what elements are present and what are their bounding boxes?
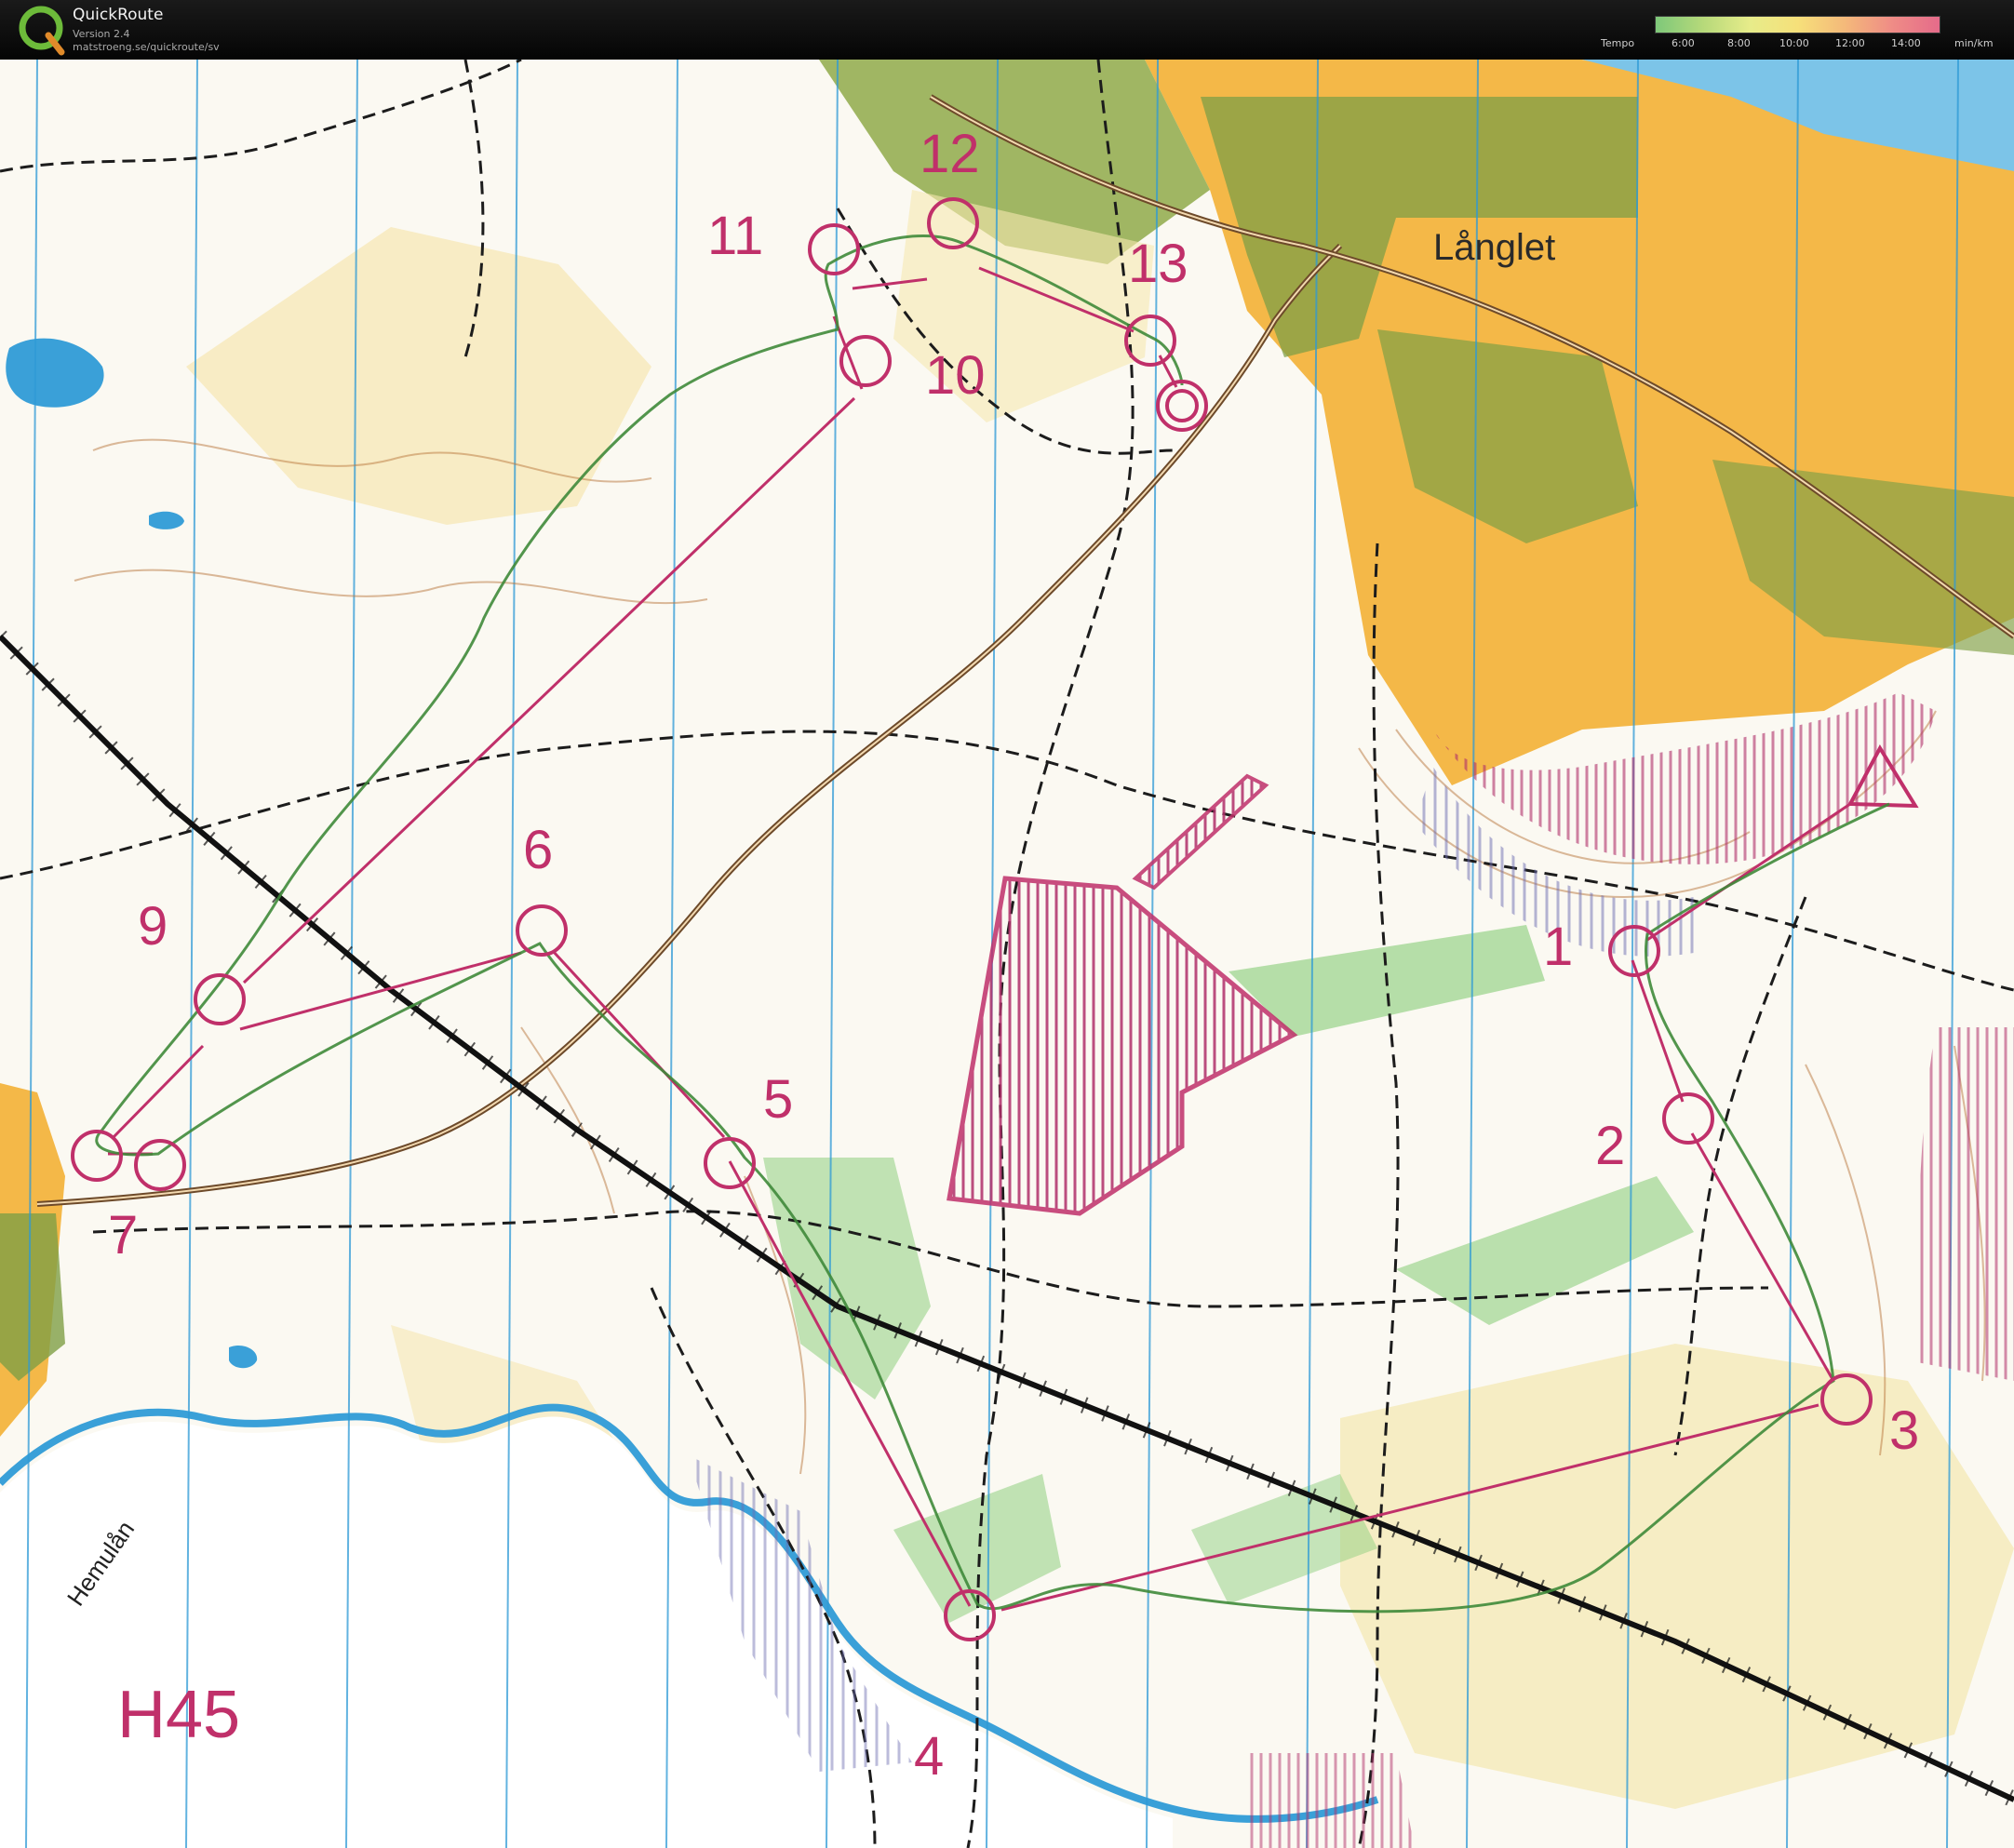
legend-tick: 10:00	[1779, 37, 1809, 49]
map-canvas	[0, 60, 2014, 1848]
app-url: matstroeng.se/quickroute/sv	[73, 41, 220, 53]
control-number-7: 7	[108, 1205, 139, 1265]
legend-unit: min/km	[1954, 37, 1994, 49]
forbidden-area	[1247, 1753, 1415, 1848]
control-number-1: 1	[1543, 917, 1574, 977]
legend-tick: 14:00	[1891, 37, 1921, 49]
app-title: QuickRoute	[73, 6, 164, 24]
app-version: Version 2.4	[73, 28, 130, 40]
control-number-13: 13	[1128, 234, 1188, 294]
control-number-5: 5	[763, 1069, 794, 1130]
quickroute-logo-icon	[19, 6, 65, 56]
legend-tick: 12:00	[1835, 37, 1865, 49]
control-number-6: 6	[523, 820, 554, 880]
control-number-2: 2	[1595, 1116, 1626, 1176]
forbidden-area	[1917, 1027, 2014, 1381]
control-number-9: 9	[138, 896, 168, 957]
app-header: QuickRoute Version 2.4 matstroeng.se/qui…	[0, 0, 2014, 60]
orienteering-map[interactable]: 1 2 3 4 5 6 7 9 10 11 12 13 Långlet Hemu…	[0, 60, 2014, 1848]
class-label: H45	[117, 1678, 241, 1752]
control-number-4: 4	[914, 1726, 945, 1787]
control-number-3: 3	[1889, 1400, 1920, 1461]
place-name-langlet: Långlet	[1433, 227, 1556, 268]
tempo-color-scale	[1655, 16, 1940, 33]
control-number-12: 12	[920, 124, 980, 184]
legend-tick: 6:00	[1672, 37, 1695, 49]
control-number-10: 10	[925, 345, 986, 406]
legend-label: Tempo	[1601, 37, 1635, 49]
control-number-11: 11	[707, 206, 764, 266]
legend-tick: 8:00	[1727, 37, 1751, 49]
